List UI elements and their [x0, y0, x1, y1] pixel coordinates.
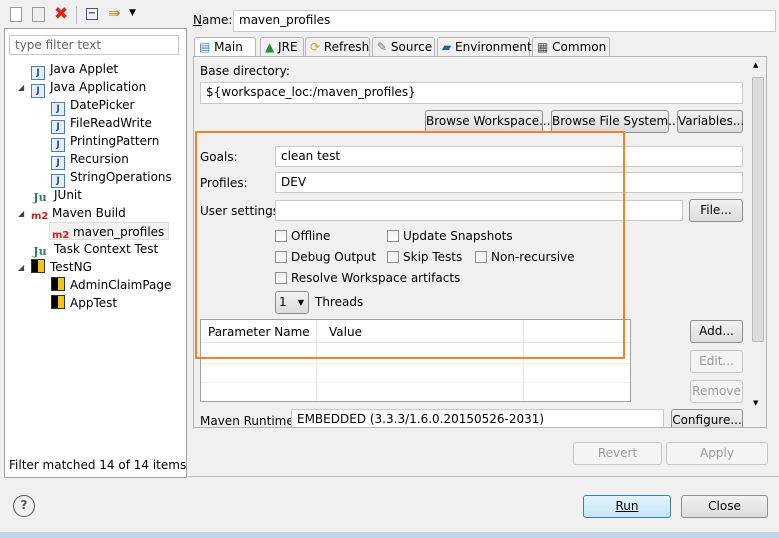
collapse-all-icon[interactable]: − — [86, 8, 98, 20]
tree-item[interactable]: J Recursion — [51, 150, 129, 170]
maven-runtime-label: Maven Runtime: — [200, 414, 298, 428]
base-directory-label: Base directory: — [200, 64, 290, 78]
tree-item-label: Java Applet — [50, 62, 119, 76]
java-app-icon: J — [31, 84, 45, 98]
tree-item[interactable]: Ju Task Context Test — [31, 240, 158, 258]
toolbar-divider — [76, 6, 77, 24]
tab-jre[interactable]: ▲ JRE — [260, 37, 304, 57]
maven-icon: m2 — [31, 211, 49, 222]
tab-refresh[interactable]: ⟳ Refresh — [305, 37, 370, 57]
bottom-separator — [188, 476, 779, 477]
tree-item-label: Task Context Test — [54, 242, 159, 256]
tree-item-label: maven_profiles — [73, 225, 165, 239]
launch-config-tree-panel: type filter text J Java Applet ◢ J Java Appl… — [4, 28, 187, 478]
tree-item[interactable]: J DatePicker — [51, 96, 135, 116]
tab-source[interactable]: ✎ Source — [372, 37, 435, 57]
filter-icon[interactable]: ⇛ — [108, 4, 121, 22]
browse-workspace-button[interactable]: Browse Workspace... — [425, 110, 551, 133]
tree-item-label: Recursion — [70, 152, 129, 166]
tree-item[interactable]: ◢ J Java Application — [18, 78, 147, 98]
expand-toggle-icon[interactable]: ◢ — [18, 205, 24, 223]
tab-environment[interactable]: ▰ Environment — [437, 37, 532, 57]
highlight-box — [195, 131, 625, 359]
tab-main[interactable]: ▤ Main — [194, 37, 256, 58]
browse-file-system-button[interactable]: Browse File System... — [551, 110, 680, 133]
tree-item-label: DatePicker — [70, 98, 135, 112]
tree-item[interactable]: J FileReadWrite — [51, 114, 152, 134]
expand-toggle-icon[interactable]: ◢ — [18, 79, 24, 97]
environment-icon: ▰ — [442, 40, 456, 54]
tree-item[interactable]: m2 maven_profiles — [49, 222, 170, 241]
row-divider — [201, 363, 630, 364]
scrollbar[interactable]: ▲ ▼ — [749, 57, 766, 427]
left-toolbar: ✖ − ⇛ ▼ — [4, 4, 186, 28]
maven-runtime-select[interactable]: EMBEDDED (3.3.3/1.6.0.20150526-2031) — [291, 409, 664, 427]
file-button[interactable]: File... — [689, 199, 743, 222]
new-launch-config-icon[interactable] — [10, 7, 22, 22]
tree-item[interactable]: J Java Applet — [31, 60, 119, 80]
main-tab-icon: ▤ — [199, 40, 215, 54]
tree-item-label: TestNG — [50, 260, 92, 274]
scroll-thumb[interactable] — [752, 77, 764, 342]
tree-item-label: PrintingPattern — [70, 134, 160, 148]
run-button[interactable]: Run — [583, 495, 671, 518]
source-icon: ✎ — [377, 40, 391, 54]
dropdown-icon[interactable]: ▼ — [129, 8, 136, 18]
scroll-up-icon[interactable]: ▲ — [753, 61, 758, 69]
refresh-icon: ⟳ — [310, 40, 324, 54]
tree-item-label: Java Application — [50, 80, 147, 94]
tree-item-label: JUnit — [54, 188, 82, 202]
common-icon: ▦ — [537, 40, 553, 54]
delete-icon[interactable]: ✖ — [54, 4, 68, 24]
testng-icon — [31, 259, 45, 273]
row-divider — [201, 382, 630, 383]
testng-icon — [51, 277, 65, 291]
edit-parameter-button[interactable]: Edit... — [690, 350, 743, 373]
configure-button[interactable]: Configure... — [671, 409, 743, 427]
jre-icon: ▲ — [265, 40, 279, 54]
tree-item[interactable]: AppTest — [51, 294, 117, 312]
tree-item[interactable]: J PrintingPattern — [51, 132, 160, 152]
revert-button[interactable]: Revert — [573, 442, 662, 465]
tree-item[interactable]: ◢ m2 Maven Build — [18, 204, 126, 222]
apply-button[interactable]: Apply — [666, 442, 768, 465]
filter-status: Filter matched 14 of 14 items — [9, 458, 187, 472]
tree-item[interactable]: J StringOperations — [51, 168, 172, 188]
name-input[interactable]: maven_profiles — [233, 10, 776, 32]
tree-item[interactable]: ◢ TestNG — [18, 258, 92, 276]
tree-item[interactable]: Ju JUnit — [31, 186, 82, 204]
filter-input[interactable]: type filter text — [9, 35, 179, 55]
testng-icon — [51, 295, 65, 309]
expand-toggle-icon[interactable]: ◢ — [18, 259, 24, 277]
add-parameter-button[interactable]: Add... — [690, 320, 743, 343]
duplicate-icon[interactable] — [32, 7, 45, 22]
tree-item[interactable]: AdminClaimPage — [51, 276, 171, 294]
tree-item-label: AppTest — [70, 296, 118, 310]
close-button[interactable]: Close — [681, 495, 768, 518]
variables-button[interactable]: Variables... — [677, 110, 744, 133]
remove-parameter-button[interactable]: Remove — [690, 380, 743, 403]
tree-item-label: Maven Build — [52, 206, 126, 220]
help-icon[interactable]: ? — [13, 495, 35, 517]
base-directory-input[interactable]: ${workspace_loc:/maven_profiles} — [200, 82, 743, 104]
tree-item-label: StringOperations — [70, 170, 172, 184]
name-label: Name: — [193, 13, 233, 27]
tab-common[interactable]: ▦ Common — [532, 37, 610, 57]
window-bottom-strip — [0, 532, 779, 538]
tree-item-label: AdminClaimPage — [70, 278, 172, 292]
scroll-down-icon[interactable]: ▼ — [753, 399, 758, 407]
tree-item-label: FileReadWrite — [70, 116, 152, 130]
